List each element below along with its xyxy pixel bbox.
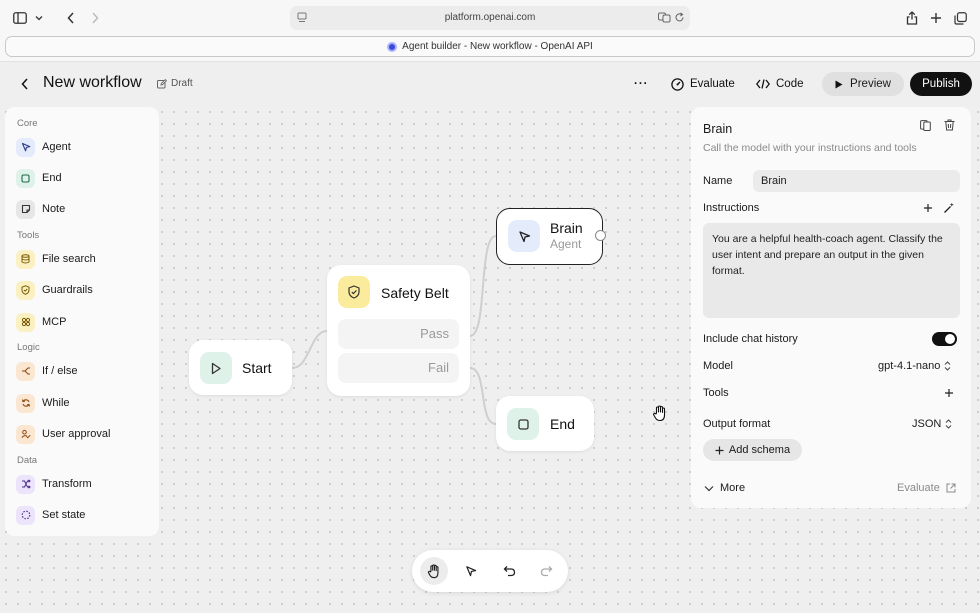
start-node[interactable]: Start [189,340,292,395]
model-label: Model [703,360,733,372]
undo-icon[interactable] [495,557,523,585]
approval-icon [16,424,35,444]
brain-node-label: Brain [550,220,583,236]
palette-item-while[interactable]: While [16,392,151,414]
section-core: Core [17,118,38,129]
section-data: Data [17,455,38,466]
canvas-toolbar [412,550,568,592]
trash-icon[interactable] [944,119,955,131]
copy-icon[interactable] [920,120,931,131]
chevron-updown-icon [944,361,951,371]
fail-branch[interactable]: Fail [338,353,459,383]
palette-item-guardrails[interactable]: Guardrails [16,279,151,301]
stop-square-icon [507,408,539,440]
name-label: Name [703,175,733,187]
palette-item-label: Agent [42,141,71,153]
node-palette: Core Agent End Note Tools File search Gu… [5,107,159,536]
mcp-icon [16,312,35,332]
magic-wand-icon[interactable] [943,202,955,214]
end-icon [16,168,35,188]
start-node-label: Start [242,360,272,376]
note-icon [16,199,35,219]
palette-item-label: End [42,172,62,184]
more-toggle[interactable]: More [704,482,745,494]
external-link-icon [946,483,956,493]
safety-belt-label: Safety Belt [381,285,449,301]
palette-item-label: MCP [42,316,67,328]
end-node-label: End [550,416,575,432]
play-outline-icon [200,352,232,384]
pan-tool-hand-icon[interactable] [420,557,448,585]
end-node[interactable]: End [496,396,594,451]
safety-belt-node[interactable]: Safety Belt Pass Fail [327,265,470,396]
palette-item-file-search[interactable]: File search [16,248,151,270]
palette-item-label: While [42,397,70,409]
instructions-textarea[interactable]: You are a helpful health-coach agent. Cl… [703,223,960,318]
agent-cursor-icon [508,220,540,252]
model-select[interactable]: gpt-4.1-nano [878,360,951,372]
chevron-updown-icon [945,419,952,429]
state-icon [16,505,35,525]
add-schema-label: Add schema [728,444,791,456]
database-icon [16,249,35,269]
output-format-select[interactable]: JSON [912,418,952,430]
palette-item-label: Guardrails [42,284,93,296]
palette-item-note[interactable]: Note [16,198,151,220]
palette-item-if-else[interactable]: If / else [16,360,151,382]
inspector-title: Brain [703,122,733,136]
hand-cursor-icon [652,405,668,422]
edge-fail-end [469,367,497,425]
palette-item-user-approval[interactable]: User approval [16,423,151,445]
chevron-down-icon [704,485,714,492]
more-label: More [720,482,746,494]
evaluate-link[interactable]: Evaluate [897,482,956,494]
chat-history-label: Include chat history [703,333,798,345]
palette-item-label: User approval [42,428,111,440]
add-schema-button[interactable]: Add schema [703,439,802,461]
plus-icon [715,446,724,455]
branch-icon [16,361,35,381]
node-inspector-panel: Brain Call the model with your instructi… [691,107,971,508]
palette-item-label: File search [42,253,96,265]
tools-label: Tools [703,387,729,399]
inspector-subtitle: Call the model with your instructions an… [703,142,917,154]
palette-item-label: Set state [42,509,86,521]
select-tool-pointer-icon[interactable] [457,557,485,585]
output-format-value: JSON [912,418,942,430]
section-logic: Logic [17,342,40,353]
shield-check-icon [338,276,370,308]
palette-item-label: Transform [42,478,92,490]
name-input[interactable]: Brain [753,170,960,192]
palette-item-agent[interactable]: Agent [16,136,151,158]
palette-item-set-state[interactable]: Set state [16,504,151,526]
add-instruction-icon[interactable] [923,203,933,213]
loop-icon [16,393,35,413]
palette-item-end[interactable]: End [16,167,151,189]
section-tools: Tools [17,230,40,241]
edge-start-safety [291,330,328,369]
pass-branch[interactable]: Pass [338,319,459,349]
output-format-label: Output format [703,418,771,430]
redo-icon[interactable] [532,557,560,585]
palette-item-label: If / else [42,365,78,377]
palette-item-transform[interactable]: Transform [16,473,151,495]
edge-pass-brain [469,235,497,337]
add-tool-icon[interactable] [944,388,954,398]
palette-item-label: Note [42,203,66,215]
shuffle-icon [16,474,35,494]
brain-node-type: Agent [550,237,582,251]
brain-node[interactable]: Brain Agent [496,208,606,265]
instructions-label: Instructions [703,202,760,214]
palette-item-mcp[interactable]: MCP [16,311,151,333]
shield-icon [16,280,35,300]
evaluate-link-label: Evaluate [897,482,940,494]
output-port-handle[interactable] [595,230,606,241]
chat-history-toggle[interactable] [932,332,957,346]
agent-icon [16,137,35,157]
model-value: gpt-4.1-nano [878,360,941,372]
